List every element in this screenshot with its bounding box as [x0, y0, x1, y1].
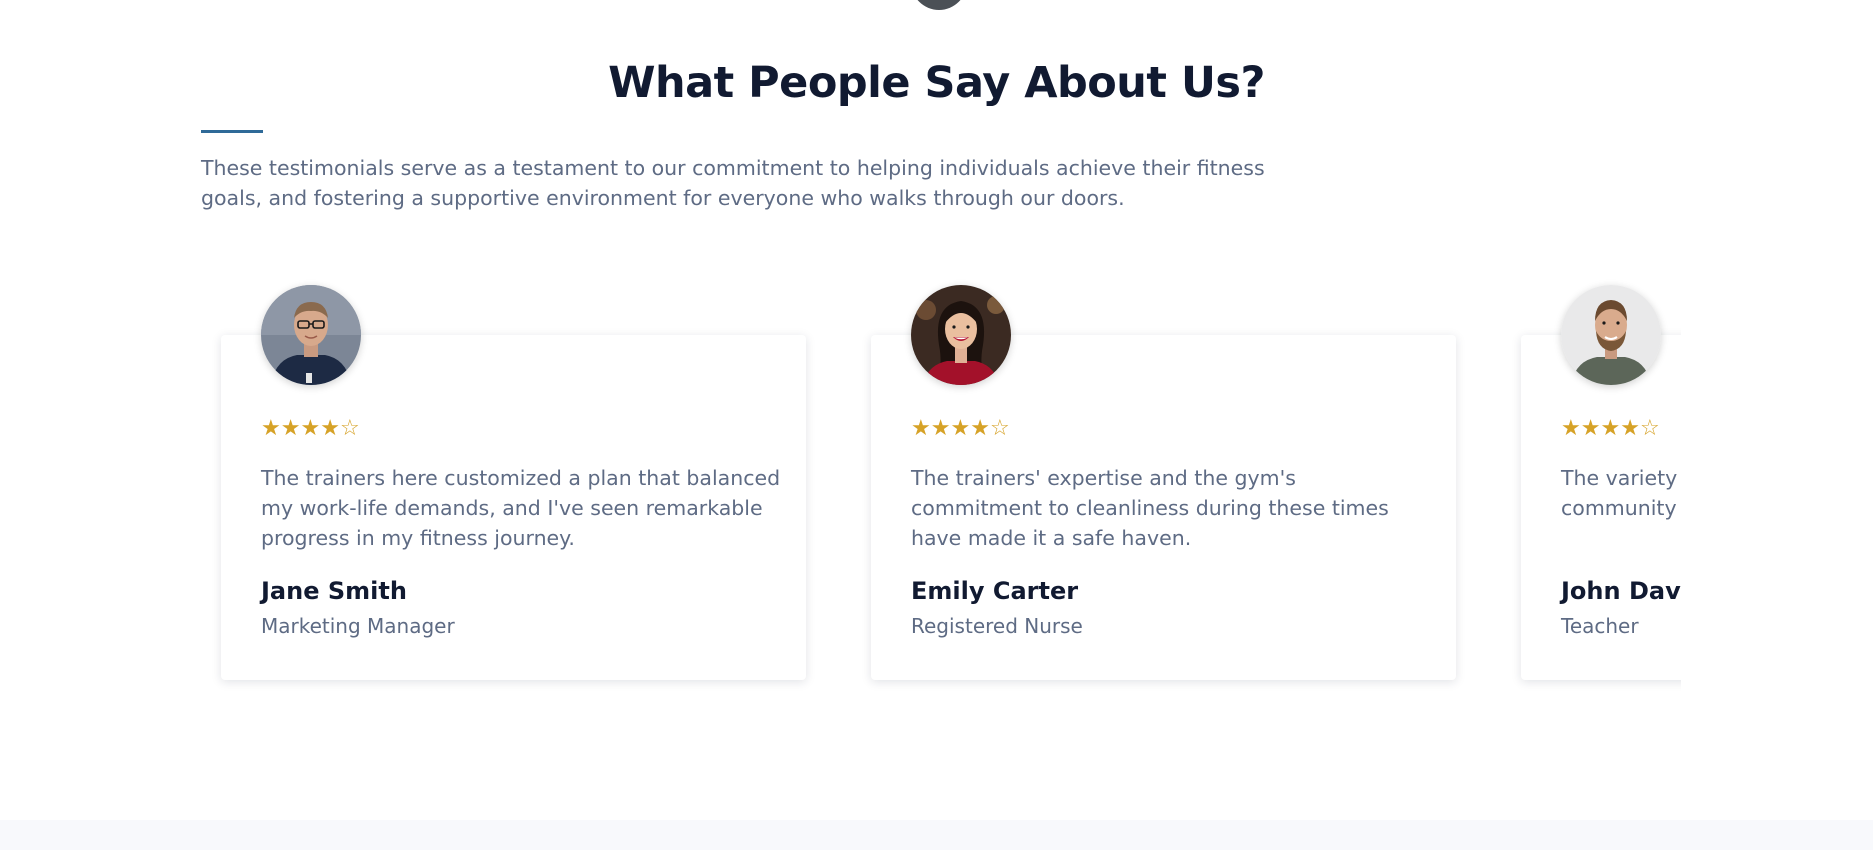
star-filled-icon: ★ — [930, 416, 951, 441]
testimonial-quote: The variety of classes and the supportiv… — [1561, 466, 1681, 520]
star-filled-icon: ★ — [261, 416, 281, 441]
testimonials-carousel[interactable]: ★★★★☆ The trainers here customized a pla… — [200, 270, 1681, 700]
testimonial-role: Marketing Manager — [261, 614, 455, 638]
scroll-indicator-circle[interactable] — [911, 0, 967, 10]
avatar — [1561, 285, 1661, 385]
rating-stars: ★★★★☆ — [261, 417, 360, 441]
star-empty-icon: ☆ — [989, 416, 1010, 441]
star-filled-icon: ★ — [950, 416, 971, 441]
testimonial-name: John Davis — [1561, 577, 1681, 605]
star-filled-icon: ★ — [300, 416, 321, 441]
star-filled-icon: ★ — [1600, 416, 1621, 441]
next-section-band — [0, 820, 1873, 850]
testimonial-role: Teacher — [1561, 614, 1639, 638]
star-empty-icon: ☆ — [1639, 416, 1660, 441]
section-title: What People Say About Us? — [608, 58, 1265, 108]
testimonial-name: Jane Smith — [261, 577, 407, 605]
star-filled-icon: ★ — [1561, 416, 1581, 441]
person-portrait-icon — [261, 285, 361, 385]
star-filled-icon: ★ — [911, 416, 931, 441]
star-filled-icon: ★ — [280, 416, 301, 441]
star-empty-icon: ☆ — [339, 416, 360, 441]
rating-stars: ★★★★☆ — [1561, 417, 1660, 441]
star-filled-icon: ★ — [1620, 416, 1640, 441]
person-portrait-icon — [1561, 285, 1661, 385]
person-portrait-icon — [911, 285, 1011, 385]
avatar — [911, 285, 1011, 385]
testimonial-card: ★★★★☆ The trainers' expertise and the gy… — [871, 285, 1456, 680]
testimonials-page: What People Say About Us? These testimon… — [0, 0, 1873, 850]
testimonial-role: Registered Nurse — [911, 614, 1083, 638]
testimonial-card: ★★★★☆ The trainers here customized a pla… — [221, 285, 806, 680]
testimonial-quote: The trainers' expertise and the gym's co… — [911, 466, 1389, 550]
avatar — [261, 285, 361, 385]
star-filled-icon: ★ — [970, 416, 990, 441]
star-filled-icon: ★ — [1580, 416, 1601, 441]
section-intro: These testimonials serve as a testament … — [201, 156, 1265, 210]
testimonial-card: ★★★★☆ The variety of classes and the sup… — [1521, 285, 1681, 680]
star-filled-icon: ★ — [320, 416, 340, 441]
rating-stars: ★★★★☆ — [911, 417, 1010, 441]
testimonial-quote: The trainers here customized a plan that… — [261, 466, 781, 550]
testimonial-name: Emily Carter — [911, 577, 1079, 605]
accent-divider — [201, 130, 263, 133]
